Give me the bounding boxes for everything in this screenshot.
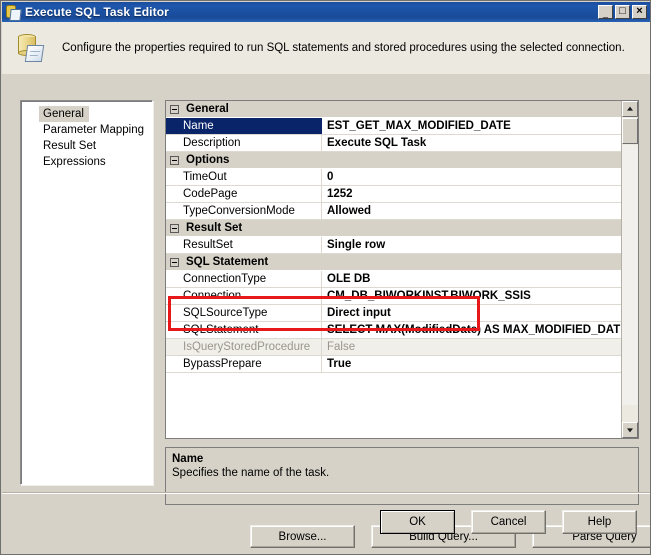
chevron-down-icon bbox=[627, 428, 633, 433]
category-sql-statement[interactable]: SQL Statement bbox=[166, 254, 622, 271]
table-row[interactable]: SQLSourceType Direct input bbox=[166, 305, 622, 322]
table-row[interactable]: ConnectionType OLE DB bbox=[166, 271, 622, 288]
dialog-header: Configure the properties required to run… bbox=[2, 22, 650, 74]
sidebar-item-expressions[interactable]: Expressions bbox=[21, 154, 152, 170]
sidebar-item-result-set[interactable]: Result Set bbox=[21, 138, 152, 154]
property-name: Connection bbox=[166, 288, 322, 304]
table-row: IsQueryStoredProcedure False bbox=[166, 339, 622, 356]
property-name: ResultSet bbox=[166, 237, 322, 253]
property-name: SQLSourceType bbox=[166, 305, 322, 321]
property-name: ConnectionType bbox=[166, 271, 322, 287]
title-bar[interactable]: Execute SQL Task Editor _ □ × bbox=[2, 2, 650, 22]
maximize-icon: □ bbox=[619, 5, 626, 17]
category-result-set[interactable]: Result Set bbox=[166, 220, 622, 237]
property-value[interactable]: Allowed bbox=[322, 203, 622, 219]
scrollbar-thumb[interactable] bbox=[622, 118, 638, 144]
table-row[interactable]: TypeConversionMode Allowed bbox=[166, 203, 622, 220]
sidebar-item-general[interactable]: General bbox=[39, 106, 89, 122]
collapse-icon[interactable] bbox=[166, 254, 183, 270]
dialog-body: General Parameter Mapping Result Set Exp… bbox=[2, 75, 650, 554]
table-row[interactable]: ResultSet Single row bbox=[166, 237, 622, 254]
property-value[interactable]: Direct input bbox=[322, 305, 622, 321]
browse-button[interactable]: Browse... bbox=[250, 525, 355, 548]
cancel-button[interactable]: Cancel bbox=[471, 510, 546, 534]
table-row[interactable]: Name EST_GET_MAX_MODIFIED_DATE bbox=[166, 118, 622, 135]
property-value[interactable]: 1252 bbox=[322, 186, 622, 202]
scroll-up-button[interactable] bbox=[622, 101, 638, 117]
scroll-down-button[interactable] bbox=[622, 422, 638, 438]
footer-separator bbox=[2, 492, 650, 494]
description-pane: Name Specifies the name of the task. bbox=[165, 447, 639, 505]
table-row[interactable]: Connection CM_DB_BIWORKINST.BIWORK_SSIS bbox=[166, 288, 622, 305]
table-row[interactable]: CodePage 1252 bbox=[166, 186, 622, 203]
sidebar-item-parameter-mapping[interactable]: Parameter Mapping bbox=[21, 122, 152, 138]
collapse-icon[interactable] bbox=[166, 220, 183, 236]
property-name: SQLStatement bbox=[166, 322, 322, 338]
description-title: Name bbox=[172, 453, 204, 465]
property-value[interactable]: Execute SQL Task bbox=[322, 135, 622, 151]
table-row[interactable]: BypassPrepare True bbox=[166, 356, 622, 373]
property-name: Description bbox=[166, 135, 322, 151]
database-document-icon bbox=[14, 30, 50, 66]
property-value[interactable]: SELECT MAX(ModifiedDate) AS MAX_MODIFIED… bbox=[322, 322, 622, 338]
window-title: Execute SQL Task Editor bbox=[25, 5, 169, 19]
property-value[interactable]: CM_DB_BIWORKINST.BIWORK_SSIS bbox=[322, 288, 622, 304]
collapse-icon[interactable] bbox=[166, 101, 183, 117]
minimize-icon: _ bbox=[602, 8, 608, 18]
property-value[interactable]: OLE DB bbox=[322, 271, 622, 287]
dialog-buttons: OK Cancel Help bbox=[380, 510, 637, 534]
scrollbar-track[interactable] bbox=[622, 145, 638, 405]
property-grid[interactable]: General Name EST_GET_MAX_MODIFIED_DATE D… bbox=[165, 100, 639, 439]
property-grid-scrollbar[interactable] bbox=[621, 101, 638, 438]
execute-sql-task-editor-window: Execute SQL Task Editor _ □ × Configure … bbox=[0, 0, 651, 555]
chevron-up-icon bbox=[627, 106, 633, 111]
category-options[interactable]: Options bbox=[166, 152, 622, 169]
property-value[interactable]: 0 bbox=[322, 169, 622, 185]
property-name: CodePage bbox=[166, 186, 322, 202]
property-name: TypeConversionMode bbox=[166, 203, 322, 219]
property-name: BypassPrepare bbox=[166, 356, 322, 372]
property-value: False bbox=[322, 339, 622, 355]
property-value[interactable]: True bbox=[322, 356, 622, 372]
table-row[interactable]: SQLStatement SELECT MAX(ModifiedDate) AS… bbox=[166, 322, 622, 339]
category-label: Options bbox=[186, 154, 230, 166]
table-row[interactable]: Description Execute SQL Task bbox=[166, 135, 622, 152]
property-name: TimeOut bbox=[166, 169, 322, 185]
property-name: IsQueryStoredProcedure bbox=[166, 339, 322, 355]
category-label: General bbox=[186, 103, 229, 115]
category-label: SQL Statement bbox=[186, 256, 269, 268]
category-label: Result Set bbox=[186, 222, 243, 234]
property-value[interactable]: Single row bbox=[322, 237, 622, 253]
close-button[interactable]: × bbox=[632, 5, 647, 19]
close-icon: × bbox=[636, 5, 643, 17]
minimize-button[interactable]: _ bbox=[598, 5, 613, 19]
property-value[interactable]: EST_GET_MAX_MODIFIED_DATE bbox=[322, 118, 622, 134]
page-list[interactable]: General Parameter Mapping Result Set Exp… bbox=[20, 100, 153, 485]
collapse-icon[interactable] bbox=[166, 152, 183, 168]
description-text: Specifies the name of the task. bbox=[172, 467, 330, 479]
sql-task-icon bbox=[5, 4, 22, 21]
window-controls: _ □ × bbox=[598, 5, 647, 19]
category-general[interactable]: General bbox=[166, 101, 622, 118]
table-row[interactable]: TimeOut 0 bbox=[166, 169, 622, 186]
header-description: Configure the properties required to run… bbox=[62, 42, 625, 54]
ok-button[interactable]: OK bbox=[380, 510, 455, 534]
help-button[interactable]: Help bbox=[562, 510, 637, 534]
property-grid-rows: General Name EST_GET_MAX_MODIFIED_DATE D… bbox=[166, 101, 622, 438]
property-name: Name bbox=[166, 118, 322, 134]
maximize-button[interactable]: □ bbox=[615, 5, 630, 19]
